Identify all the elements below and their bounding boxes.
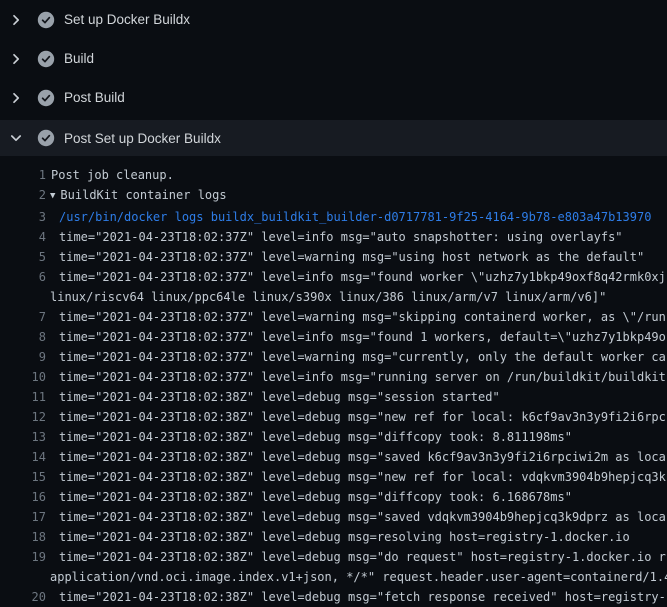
- log-line-text: time="2021-04-23T18:02:38Z" level=debug …: [46, 487, 572, 507]
- log-line: 14 time="2021-04-23T18:02:38Z" level=deb…: [0, 447, 667, 467]
- log-line-text: time="2021-04-23T18:02:38Z" level=debug …: [46, 587, 666, 607]
- log-line-text: time="2021-04-23T18:02:38Z" level=debug …: [46, 547, 666, 567]
- log-line: 12 time="2021-04-23T18:02:38Z" level=deb…: [0, 407, 667, 427]
- log-line-number[interactable]: 5: [0, 247, 46, 267]
- log-line-number[interactable]: 6: [0, 267, 46, 287]
- log-line: 20 time="2021-04-23T18:02:38Z" level=deb…: [0, 587, 667, 607]
- group-expanded-marker-icon[interactable]: ▼: [50, 186, 55, 206]
- log-line: 8 time="2021-04-23T18:02:37Z" level=info…: [0, 327, 667, 347]
- log-line-text: time="2021-04-23T18:02:38Z" level=debug …: [46, 407, 666, 427]
- check-circle-icon: [37, 11, 55, 29]
- chevron-right-icon: [8, 90, 24, 106]
- log-line-number[interactable]: 12: [0, 407, 46, 427]
- log-line-text: Post job cleanup.: [46, 165, 174, 185]
- log-line-text[interactable]: ▼ BuildKit container logs: [46, 185, 227, 207]
- log-line: 19 time="2021-04-23T18:02:38Z" level=deb…: [0, 547, 667, 567]
- log-line-number[interactable]: 19: [0, 547, 46, 567]
- log-line-number[interactable]: 3: [0, 207, 46, 227]
- log-line-text: time="2021-04-23T18:02:38Z" level=debug …: [46, 447, 666, 467]
- log-line: 9 time="2021-04-23T18:02:37Z" level=warn…: [0, 347, 667, 367]
- check-circle-icon: [37, 50, 55, 68]
- log-line-number[interactable]: 18: [0, 527, 46, 547]
- log-line-text: time="2021-04-23T18:02:38Z" level=debug …: [46, 427, 572, 447]
- step-title: Post Build: [64, 90, 125, 105]
- log-line-number[interactable]: 15: [0, 467, 46, 487]
- chevron-down-icon: [8, 130, 24, 146]
- log-line: 3 /usr/bin/docker logs buildx_buildkit_b…: [0, 207, 667, 227]
- log-line-text: time="2021-04-23T18:02:37Z" level=warnin…: [46, 347, 666, 367]
- log-line-number: [0, 287, 46, 307]
- log-line: 18 time="2021-04-23T18:02:38Z" level=deb…: [0, 527, 667, 547]
- log-line-number[interactable]: 11: [0, 387, 46, 407]
- log-line-number[interactable]: 8: [0, 327, 46, 347]
- log-line: 11 time="2021-04-23T18:02:38Z" level=deb…: [0, 387, 667, 407]
- log-line: 16 time="2021-04-23T18:02:38Z" level=deb…: [0, 487, 667, 507]
- log-line-text: time="2021-04-23T18:02:37Z" level=warnin…: [46, 247, 644, 267]
- log-line-number[interactable]: 17: [0, 507, 46, 527]
- log-line-text: time="2021-04-23T18:02:38Z" level=debug …: [46, 507, 666, 527]
- log-line-text: time="2021-04-23T18:02:38Z" level=debug …: [46, 527, 630, 547]
- log-line: 6 time="2021-04-23T18:02:37Z" level=info…: [0, 267, 667, 287]
- log-line-text: time="2021-04-23T18:02:38Z" level=debug …: [46, 467, 666, 487]
- log-line: 5 time="2021-04-23T18:02:37Z" level=warn…: [0, 247, 667, 267]
- log-line-text: time="2021-04-23T18:02:37Z" level=info m…: [46, 267, 666, 287]
- step-row[interactable]: Set up Docker Buildx: [0, 0, 667, 39]
- step-row[interactable]: Post Build: [0, 78, 667, 117]
- log-line: 10 time="2021-04-23T18:02:37Z" level=inf…: [0, 367, 667, 387]
- log-line: application/vnd.oci.image.index.v1+json,…: [0, 567, 667, 587]
- log-line-number[interactable]: 7: [0, 307, 46, 327]
- step-log: 1 Post job cleanup. 2 ▼ BuildKit containe…: [0, 156, 667, 607]
- step-title: Build: [64, 51, 94, 66]
- step-list: Set up Docker Buildx Build: [0, 0, 667, 156]
- log-line-text: time="2021-04-23T18:02:37Z" level=info m…: [46, 367, 666, 387]
- chevron-right-icon: [8, 51, 24, 67]
- log-line: 2 ▼ BuildKit container logs: [0, 185, 667, 207]
- log-line-number[interactable]: 14: [0, 447, 46, 467]
- log-line-number: [0, 567, 46, 587]
- log-line-text: /usr/bin/docker logs buildx_buildkit_bui…: [46, 207, 651, 227]
- chevron-right-icon: [8, 12, 24, 28]
- log-line-text: time="2021-04-23T18:02:38Z" level=debug …: [46, 387, 500, 407]
- log-line-text: linux/riscv64 linux/ppc64le linux/s390x …: [46, 287, 606, 307]
- check-circle-icon: [37, 89, 55, 107]
- log-line: 4 time="2021-04-23T18:02:37Z" level=info…: [0, 227, 667, 247]
- log-line-number[interactable]: 20: [0, 587, 46, 607]
- log-line-number[interactable]: 4: [0, 227, 46, 247]
- step-title: Set up Docker Buildx: [64, 12, 190, 27]
- log-line-number[interactable]: 10: [0, 367, 46, 387]
- log-line-number[interactable]: 16: [0, 487, 46, 507]
- log-line-number[interactable]: 9: [0, 347, 46, 367]
- step-row[interactable]: Build: [0, 39, 667, 78]
- step-title: Post Set up Docker Buildx: [64, 131, 221, 146]
- log-line-number[interactable]: 1: [0, 165, 46, 185]
- log-line: 15 time="2021-04-23T18:02:38Z" level=deb…: [0, 467, 667, 487]
- log-line: 17 time="2021-04-23T18:02:38Z" level=deb…: [0, 507, 667, 527]
- log-line: 7 time="2021-04-23T18:02:37Z" level=warn…: [0, 307, 667, 327]
- log-line-text: application/vnd.oci.image.index.v1+json,…: [46, 567, 667, 587]
- log-line-number[interactable]: 13: [0, 427, 46, 447]
- log-line: 1 Post job cleanup.: [0, 165, 667, 185]
- log-line-number[interactable]: 2: [0, 185, 46, 207]
- step-row[interactable]: Post Set up Docker Buildx: [0, 120, 667, 156]
- log-line: linux/riscv64 linux/ppc64le linux/s390x …: [0, 287, 667, 307]
- log-line-text: time="2021-04-23T18:02:37Z" level=warnin…: [46, 307, 666, 327]
- check-circle-icon: [37, 129, 55, 147]
- group-title[interactable]: BuildKit container logs: [60, 188, 226, 202]
- log-line-text: time="2021-04-23T18:02:37Z" level=info m…: [46, 327, 666, 347]
- log-line: 13 time="2021-04-23T18:02:38Z" level=deb…: [0, 427, 667, 447]
- log-line-text: time="2021-04-23T18:02:37Z" level=info m…: [46, 227, 623, 247]
